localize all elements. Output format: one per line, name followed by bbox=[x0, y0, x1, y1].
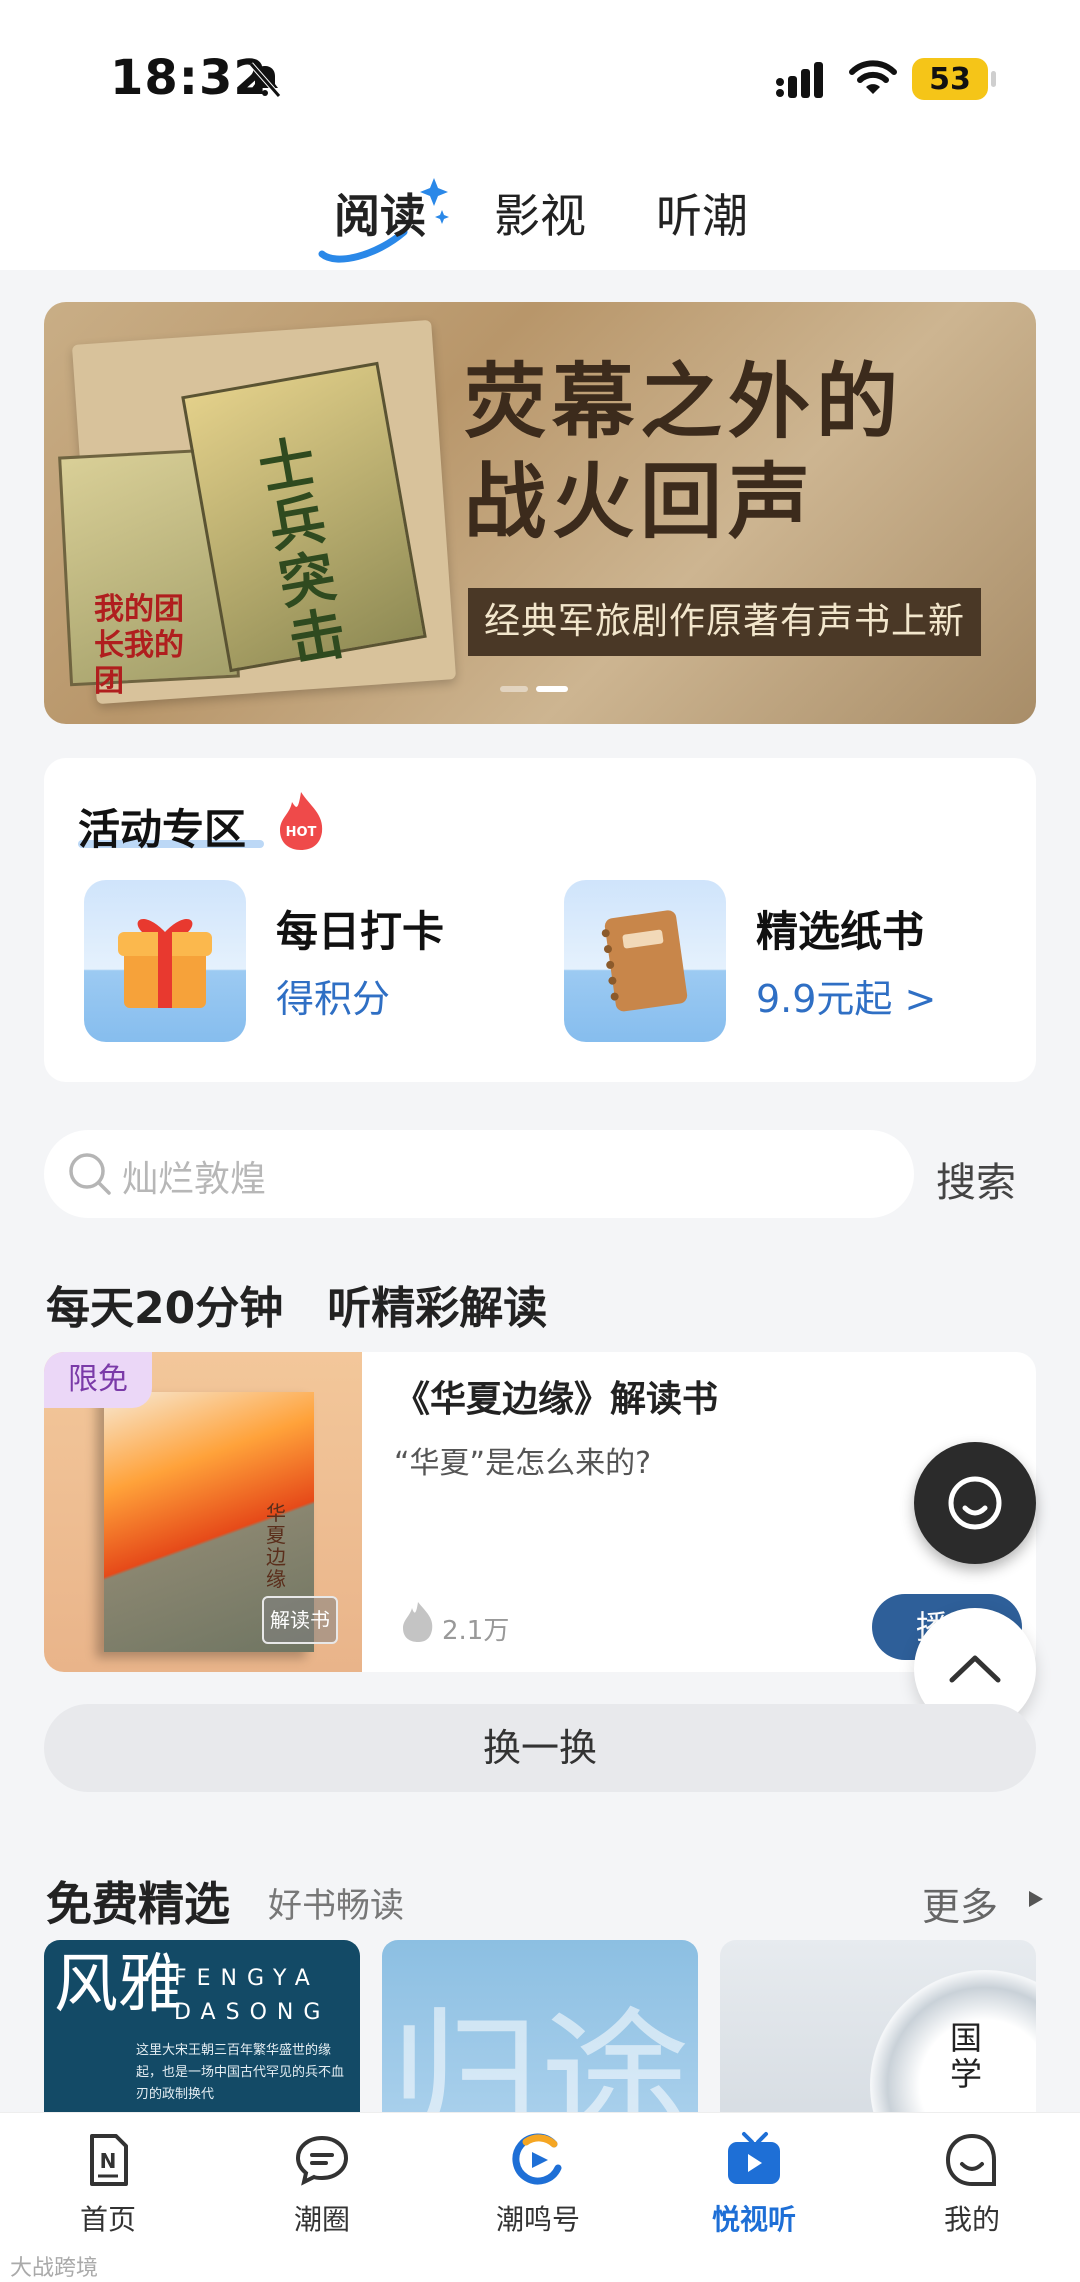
nav-mine[interactable]: 我的 bbox=[892, 2130, 1052, 2250]
watermark: 大战跨境 bbox=[10, 2256, 99, 2281]
paper-books-label[interactable]: 精选纸书 bbox=[756, 898, 924, 959]
activity-title: 活动专区 bbox=[78, 805, 247, 854]
tab-read[interactable]: 阅读 bbox=[334, 180, 426, 246]
more-link[interactable]: 更多 bbox=[922, 1876, 998, 1931]
section-subtitle-free: 好书畅读 bbox=[268, 1886, 404, 1926]
nav-circle[interactable]: 潮圈 bbox=[242, 2130, 402, 2250]
svg-text:N: N bbox=[100, 2149, 117, 2173]
book-cover-title: 华夏边缘 bbox=[266, 1501, 286, 1591]
play-count: 2.1万 bbox=[442, 1616, 510, 1646]
gift-icon bbox=[84, 880, 246, 1042]
refresh-swap-button[interactable]: 换一换 bbox=[44, 1704, 1036, 1792]
free-badge: 限免 bbox=[44, 1352, 152, 1408]
recommend-desc: “华夏”是怎么来的? bbox=[394, 1446, 652, 1481]
search-icon bbox=[69, 1153, 111, 1195]
profile-face-icon bbox=[945, 2133, 996, 2186]
section-title-daily: 每天20分钟 听精彩解读 bbox=[46, 1283, 548, 1334]
banner-dot-active bbox=[536, 686, 568, 692]
battery-indicator: 53 bbox=[912, 58, 996, 100]
hot-fire-icon: HOT bbox=[280, 792, 323, 850]
nav-label: 悦视听 bbox=[711, 2203, 796, 2236]
book-tile[interactable]: 风雅 FENGYA DASONG 这里大宋王朝三百年繁华盛世的缘起，也是一场中国… bbox=[44, 1940, 360, 2120]
search-button[interactable]: 搜索 bbox=[936, 1150, 1016, 1208]
banner-book1-title: 我的团长我的团 bbox=[94, 592, 184, 699]
tile-blurb: 这里大宋王朝三百年繁华盛世的缘起，也是一场中国古代罕见的兵不血刃的政制换代 bbox=[136, 2043, 345, 2102]
search-placeholder: 灿烂敦煌 bbox=[122, 1159, 267, 1200]
wifi-icon bbox=[849, 60, 897, 94]
nav-home[interactable]: N 首页 bbox=[28, 2130, 188, 2250]
play-triangle-icon[interactable] bbox=[1026, 1888, 1046, 1910]
tab-video[interactable]: 影视 bbox=[494, 180, 586, 246]
chat-bubble-icon bbox=[295, 2135, 349, 2186]
paper-books-sub[interactable]: 9.9元起 > bbox=[756, 968, 936, 1023]
chat-face-icon bbox=[948, 1476, 1002, 1530]
tile-title: 风雅 bbox=[54, 1948, 182, 2022]
interpret-book-badge: 解读书 bbox=[262, 1596, 338, 1644]
banner-dot bbox=[500, 686, 528, 692]
tile-en-title: FENGYA DASONG bbox=[174, 1966, 331, 2025]
popularity-fire-icon bbox=[403, 1602, 433, 1642]
tile-title: 国学 bbox=[950, 2019, 983, 2093]
bell-muted-icon bbox=[249, 62, 281, 98]
promo-banner[interactable]: 我的团长我的团 士兵突击 荧幕之外的 战火回声 经典军旅剧作原著有声书上新 bbox=[44, 302, 1036, 724]
chaoming-logo-icon bbox=[512, 2133, 562, 2185]
paper-books-item[interactable] bbox=[564, 880, 726, 1042]
assistant-chat-button[interactable] bbox=[914, 1442, 1036, 1564]
nav-label: 潮鸣号 bbox=[495, 2203, 580, 2236]
book-tile[interactable]: 归途 bbox=[382, 1940, 698, 2120]
daily-checkin-label[interactable]: 每日打卡 bbox=[276, 898, 444, 959]
tv-play-icon bbox=[728, 2132, 780, 2184]
notebook-icon bbox=[564, 880, 726, 1042]
daily-checkin-sub[interactable]: 得积分 bbox=[276, 968, 390, 1023]
section-title-free: 免费精选 bbox=[46, 1877, 230, 1931]
tab-listen[interactable]: 听潮 bbox=[656, 180, 748, 246]
recommend-title[interactable]: 《华夏边缘》解读书 bbox=[394, 1370, 718, 1422]
hot-badge-label: HOT bbox=[286, 825, 317, 840]
nav-chaoming[interactable]: 潮鸣号 bbox=[458, 2130, 618, 2250]
banner-title: 荧幕之外的 战火回声 bbox=[464, 354, 905, 550]
nav-label: 我的 bbox=[943, 2203, 1000, 2236]
nav-yueshiting[interactable]: 悦视听 bbox=[674, 2130, 834, 2250]
book-tile[interactable]: 国学 bbox=[720, 1940, 1036, 2120]
home-doc-icon: N bbox=[90, 2134, 128, 2186]
nav-label: 潮圈 bbox=[293, 2203, 350, 2236]
daily-checkin-item[interactable] bbox=[84, 880, 246, 1042]
nav-label: 首页 bbox=[79, 2203, 136, 2236]
banner-subtitle: 经典军旅剧作原著有声书上新 bbox=[468, 588, 982, 656]
tile-title: 归途 bbox=[390, 1995, 691, 2120]
cellular-signal-icon bbox=[776, 62, 823, 98]
